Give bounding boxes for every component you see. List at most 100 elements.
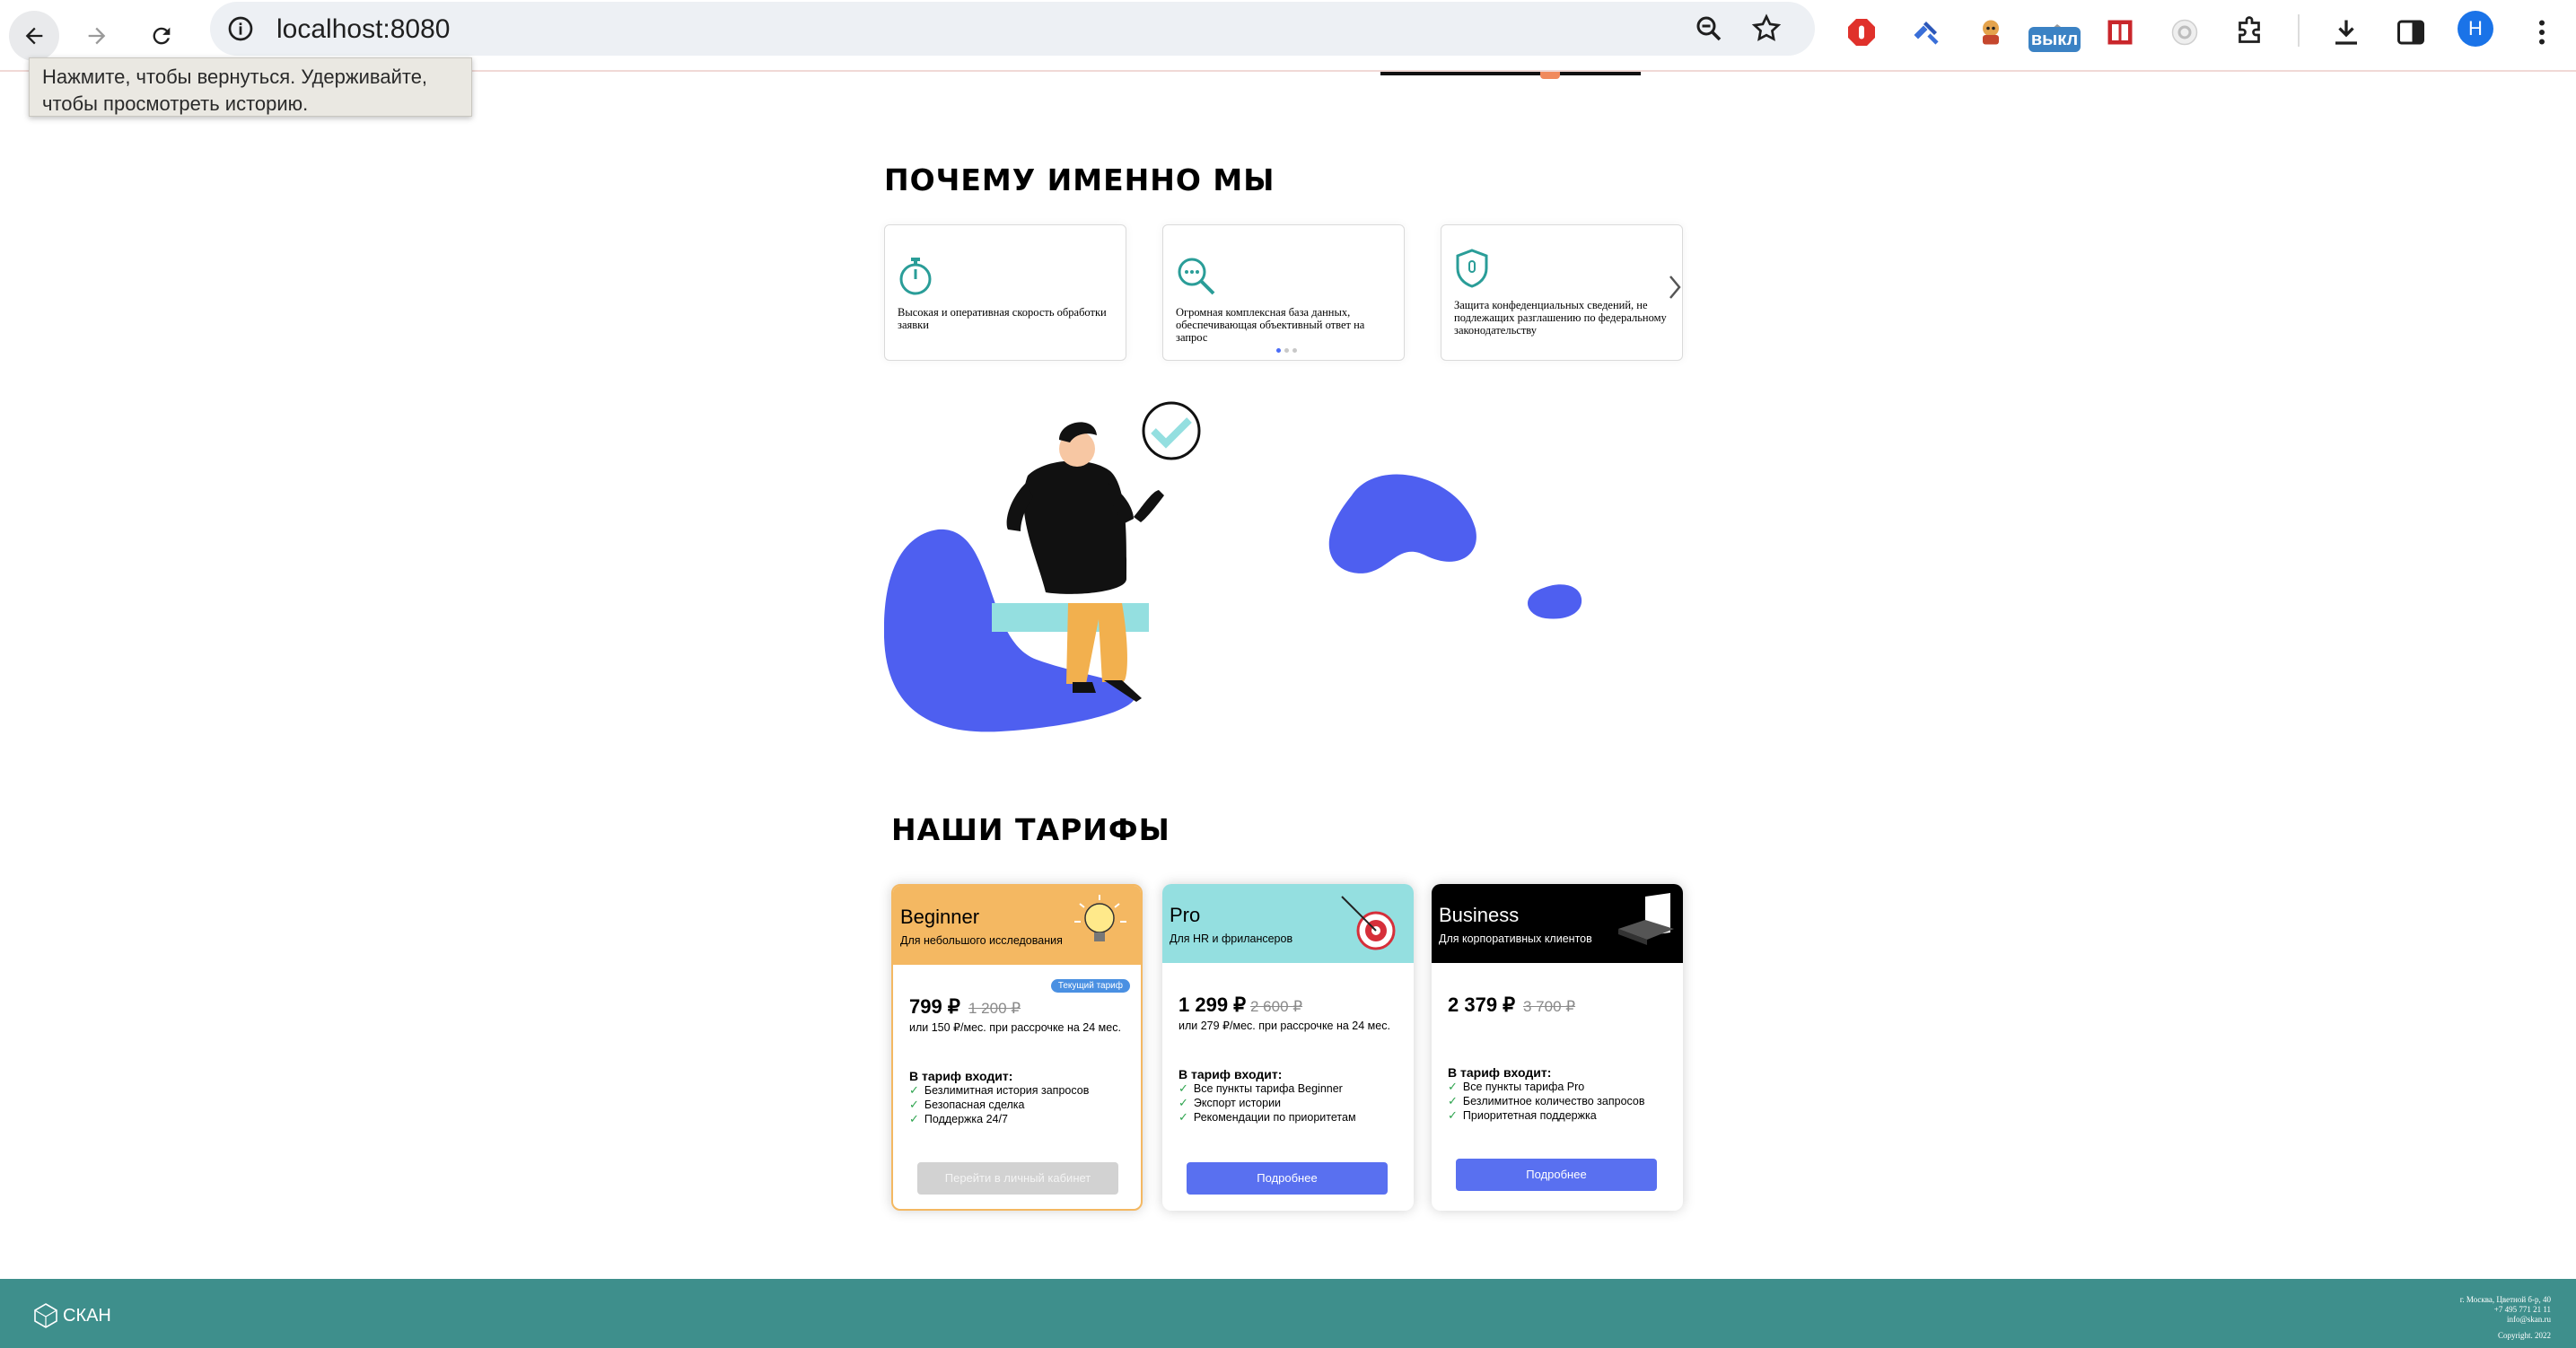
tariff-subtitle: Для HR и фрилансеров: [1170, 932, 1293, 945]
tariff-card-beginner: Beginner Для небольшого исследования Тек…: [891, 884, 1143, 1211]
check-icon: ✓: [1178, 1096, 1188, 1109]
magnifier-icon: [1178, 258, 1215, 295]
tariff-feature: ✓ Экспорт истории: [1178, 1096, 1282, 1109]
tariff-feature: ✓ Безлимитное количество запросов: [1448, 1094, 1645, 1107]
tariff-feature: ✓ Поддержка 24/7: [909, 1112, 1008, 1125]
tariff-subtitle: Для небольшого исследования: [900, 934, 1063, 947]
target-icon: [1341, 896, 1396, 950]
tariff-old-price: 1 200 ₽: [968, 1000, 1021, 1017]
tariffs-title: НАШИ ТАРИФЫ: [891, 812, 1170, 847]
footer-contacts: г. Москва, Цветной б-р, 40 +7 495 771 21…: [2460, 1295, 2551, 1325]
tariff-price: 2 379 ₽: [1448, 993, 1516, 1016]
adblock-extension-icon[interactable]: [1840, 11, 1883, 54]
tariff-includes-label: В тариф входит:: [909, 1069, 1013, 1083]
tariff-card-pro: Pro Для HR и фрилансеров 1 299 ₽ 2 600 ₽…: [1162, 884, 1414, 1211]
tariff-installment: или 150 ₽/мес. при рассрочке на 24 мес.: [909, 1021, 1121, 1034]
tariff-feature: ✓ Рекомендации по приоритетам: [1178, 1110, 1356, 1124]
target-extension-icon[interactable]: [2163, 11, 2206, 54]
feature-card: Защита конфеденциальных сведений, не под…: [1441, 224, 1683, 361]
back-button[interactable]: [9, 11, 59, 61]
tariff-subtitle: Для корпоративных клиентов: [1439, 932, 1592, 945]
check-icon: ✓: [1178, 1081, 1188, 1095]
tariff-feature: ✓ Безопасная сделка: [909, 1098, 1025, 1111]
check-icon: ✓: [909, 1083, 919, 1097]
tariff-header: Beginner Для небольшого исследования: [893, 886, 1141, 965]
tariff-old-price: 3 700 ₽: [1523, 998, 1576, 1015]
footer-address: г. Москва, Цветной б-р, 40: [2459, 1295, 2551, 1304]
tariff-feature: ✓ Приоритетная поддержка: [1448, 1108, 1597, 1122]
download-icon[interactable]: [2325, 11, 2368, 54]
site-info-icon[interactable]: [226, 14, 255, 43]
tariff-feature: ✓ Все пункты тарифа Beginner: [1178, 1081, 1343, 1095]
feature-card-text: Высокая и оперативная скорость обработки…: [898, 306, 1107, 331]
extensions-puzzle-icon[interactable]: [2228, 11, 2271, 54]
tariff-card-business: Business Для корпоративных клиентов 2 37…: [1432, 884, 1683, 1211]
tariff-feature: ✓ Все пункты тарифа Pro: [1448, 1080, 1585, 1093]
feature-card-text: Огромная комплексная база данных, обеспе…: [1176, 306, 1365, 344]
back-button-tooltip: Нажмите, чтобы вернуться. Удерживайте, ч…: [29, 57, 472, 117]
url-text[interactable]: localhost:8080: [276, 14, 450, 45]
footer-phone: +7 495 771 21 11: [2493, 1305, 2551, 1314]
tariff-header: Pro Для HR и фрилансеров: [1162, 884, 1414, 963]
character-extension-icon[interactable]: [1969, 11, 2012, 54]
check-icon: ✓: [1178, 1110, 1188, 1124]
gift-extension-icon[interactable]: [2098, 11, 2142, 54]
check-icon: ✓: [1448, 1080, 1458, 1093]
carousel-dot[interactable]: [1276, 348, 1281, 353]
more-menu-icon[interactable]: [2520, 11, 2563, 54]
feature-card: Огромная комплексная база данных, обеспе…: [1162, 224, 1405, 361]
tariff-name: Pro: [1170, 904, 1201, 926]
lightbulb-icon: [1074, 895, 1126, 941]
logo-text: СКАН: [63, 1305, 111, 1326]
tariff-feature-list: ✓ Все пункты тарифа Beginner ✓ Экспорт ист…: [1178, 1081, 1356, 1125]
laptop-icon: [1618, 893, 1674, 945]
shield-icon: [1456, 249, 1488, 288]
zoom-icon[interactable]: [1693, 13, 1725, 45]
profile-avatar[interactable]: Н: [2458, 11, 2493, 47]
more-details-button[interactable]: Подробнее: [1187, 1162, 1388, 1195]
why-us-title: ПОЧЕМУ ИМЕННО МЫ: [884, 162, 1275, 197]
carousel-next-arrow-icon[interactable]: [1668, 275, 1682, 300]
current-tariff-badge: Текущий тариф: [1050, 979, 1130, 993]
arrow-right-icon: [88, 27, 106, 45]
footer-copyright: Copyright. 2022: [2497, 1331, 2551, 1340]
footer: СКАН г. Москва, Цветной б-р, 40 +7 495 7…: [0, 1279, 2576, 1348]
tariff-header: Business Для корпоративных клиентов: [1432, 884, 1683, 963]
carousel-dot[interactable]: [1284, 348, 1289, 353]
reload-button[interactable]: [136, 11, 187, 61]
tariff-feature-list: ✓ Безлимитная история запросов ✓ Безопасна…: [909, 1083, 1089, 1126]
check-icon: ✓: [909, 1098, 919, 1111]
check-icon: ✓: [909, 1112, 919, 1125]
tariff-feature-list: ✓ Все пункты тарифа Pro ✓ Безлимитное коли…: [1448, 1080, 1645, 1123]
reload-icon: [153, 27, 171, 45]
tariff-name: Beginner: [900, 906, 980, 928]
arrow-left-icon: [25, 27, 43, 45]
tariff-name: Business: [1439, 904, 1520, 926]
carousel-dot[interactable]: [1292, 348, 1297, 353]
go-to-account-button[interactable]: Перейти в личный кабинет: [917, 1162, 1118, 1195]
man-with-checkmark-illustration: [884, 401, 1582, 732]
bookmark-star-icon[interactable]: [1750, 13, 1783, 45]
tariff-price: 799 ₽: [909, 995, 960, 1018]
carousel-pagination: [1276, 348, 1297, 353]
address-bar[interactable]: localhost:8080: [210, 2, 1815, 56]
scan-logo-icon: [34, 1303, 57, 1328]
tariff-includes-label: В тариф входит:: [1448, 1065, 1552, 1080]
tariff-old-price: 2 600 ₽: [1250, 998, 1303, 1015]
forward-button[interactable]: [72, 11, 122, 61]
footer-email: info@skan.ru: [2506, 1315, 2551, 1324]
side-panel-icon[interactable]: [2389, 11, 2432, 54]
satellite-extension-icon[interactable]: [1905, 11, 1948, 54]
check-icon: ✓: [1448, 1108, 1458, 1122]
footer-logo[interactable]: СКАН: [32, 1302, 111, 1329]
feature-card-text: Защита конфеденциальных сведений, не под…: [1454, 299, 1667, 337]
toolbar-separator: [2298, 14, 2300, 47]
tariff-installment: или 279 ₽/мес. при рассрочке на 24 мес.: [1178, 1020, 1390, 1032]
tariff-feature: ✓ Безлимитная история запросов: [909, 1083, 1090, 1097]
tariff-includes-label: В тариф входит:: [1178, 1067, 1283, 1081]
check-icon: ✓: [1448, 1094, 1458, 1107]
more-details-button[interactable]: Подробнее: [1456, 1159, 1657, 1191]
stopwatch-icon: [899, 258, 932, 295]
tariff-price: 1 299 ₽: [1178, 993, 1247, 1016]
feature-card: Высокая и оперативная скорость обработки…: [884, 224, 1126, 361]
